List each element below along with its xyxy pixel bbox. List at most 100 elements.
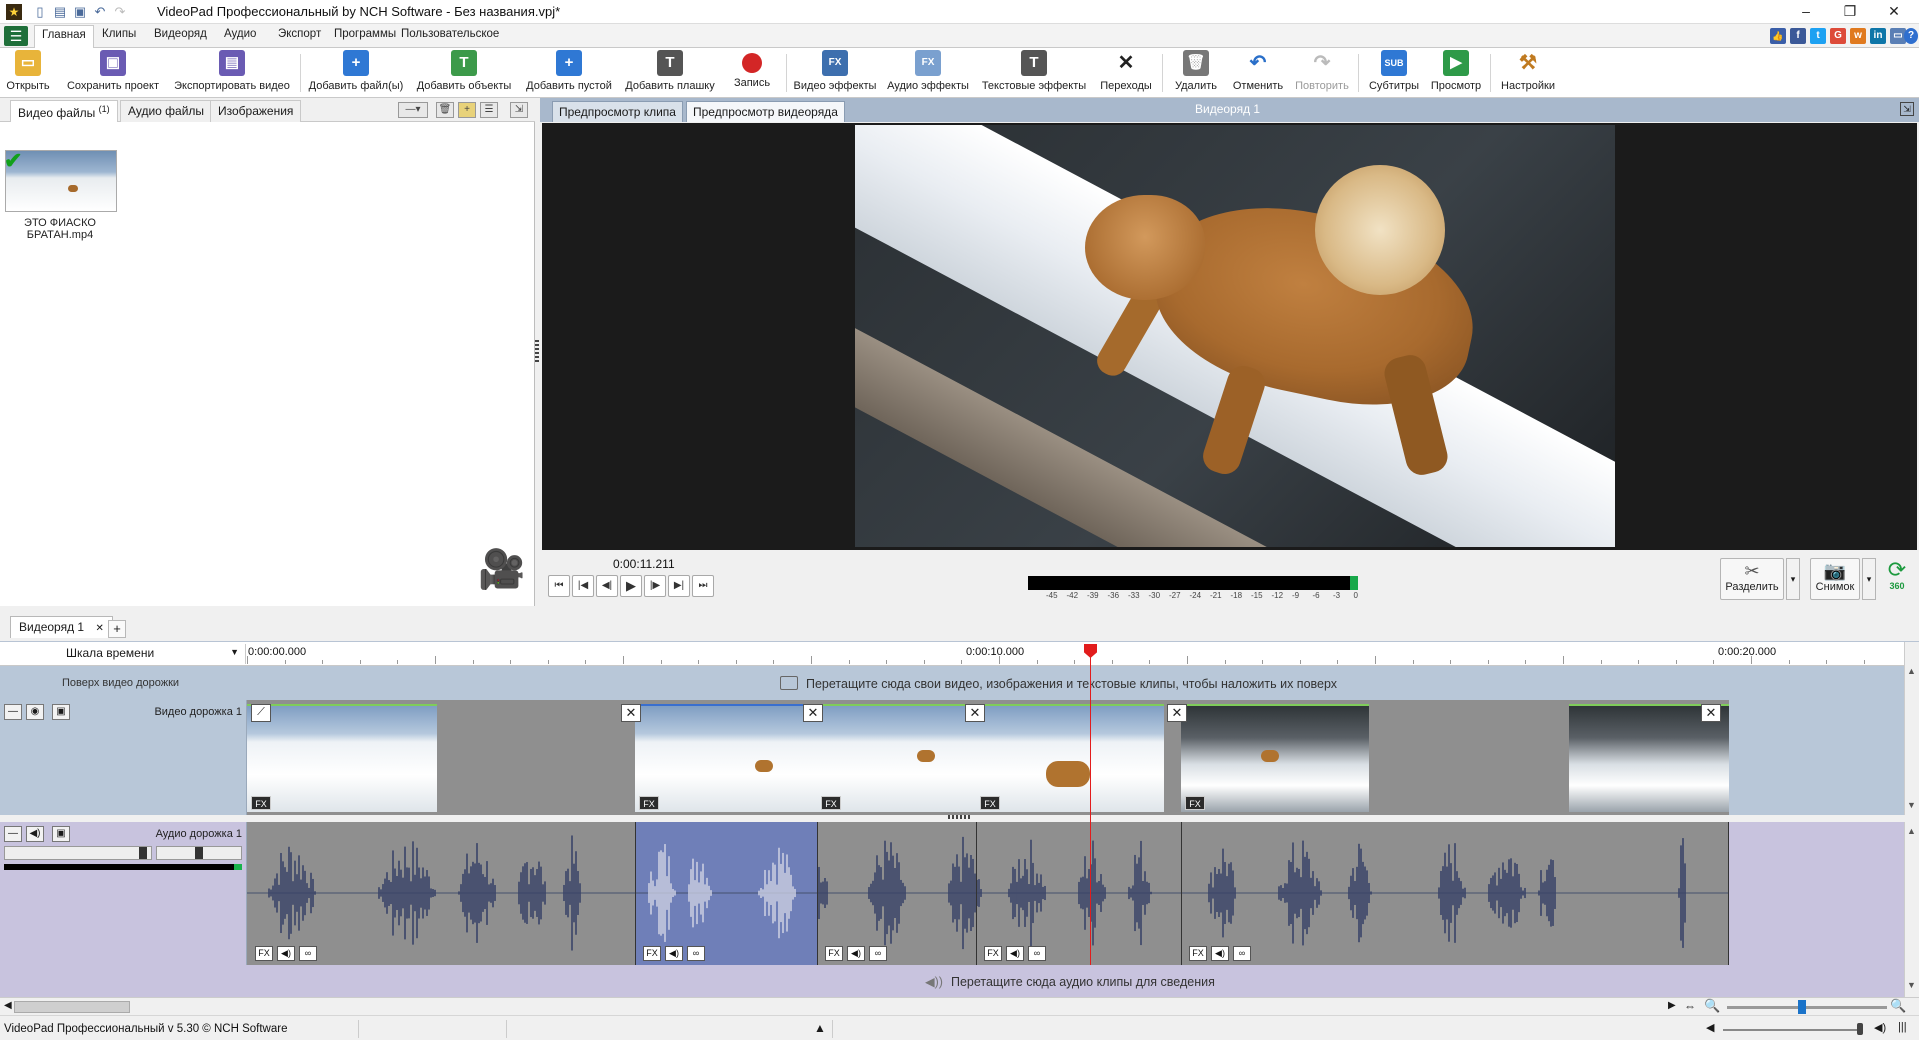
main-menu-icon[interactable]: ☰ [4,26,28,46]
add-blank-button[interactable]: + Добавить пустой [522,50,616,96]
step-back-icon[interactable]: ◀| [596,575,618,597]
eye-icon[interactable]: ◉ [26,704,44,720]
video-track[interactable]: FX FX FX FX FX ⟋ ✕ ✕ ✕ ✕ ✕ [247,700,1904,815]
help-icon[interactable]: ? [1904,28,1918,44]
export-video-button[interactable]: ▤ Экспортировать видео [170,50,294,96]
video-clip[interactable]: FX [247,704,437,812]
add-sequence-button[interactable]: + [108,620,126,638]
undock-icon[interactable]: ⇲ [510,102,528,118]
volume-icon[interactable]: ◀) [847,946,865,961]
video-clip[interactable]: FX [817,704,976,812]
tab-sequence[interactable]: Видеоряд [154,28,207,40]
collapse-track-icon[interactable]: — [4,826,22,842]
tab-export[interactable]: Экспорт [278,28,321,40]
tab-programs[interactable]: Программы [334,28,396,40]
audio-effects-button[interactable]: FX Аудио эффекты [884,50,972,96]
add-files-button[interactable]: + Добавить файл(ы) [306,50,406,96]
slider-knob[interactable] [139,847,147,859]
timeline-ruler[interactable]: Шкала времени ▼ 0:00:00.000 0:00:10.000 … [0,642,1919,666]
video-screen[interactable] [542,123,1917,550]
fx-badge[interactable]: FX [825,946,843,961]
restore-button[interactable]: ❐ [1828,0,1872,24]
google-icon[interactable]: G [1830,28,1846,44]
close-tab-icon[interactable]: ✕ [95,623,103,634]
facebook-icon[interactable]: f [1790,28,1806,44]
scroll-right-icon[interactable]: ▶ [1668,1000,1676,1011]
link-icon[interactable]: ∞ [1028,946,1046,961]
video-clip[interactable]: FX [635,704,817,812]
scroll-up-icon[interactable]: ▲ [1907,666,1916,676]
track-splitter-grip[interactable] [948,815,972,819]
slider-knob[interactable] [195,847,203,859]
stumble-icon[interactable]: w [1850,28,1866,44]
tab-clips[interactable]: Клипы [102,28,136,40]
tab-sequence-1[interactable]: Видеоряд 1 ✕ [10,616,113,638]
save-project-button[interactable]: ▣ Сохранить проект [62,50,164,96]
snapshot-dropdown[interactable]: ▾ [1862,558,1876,600]
preview-button[interactable]: ▶ Просмотр [1428,50,1484,96]
master-volume-track[interactable] [1723,1029,1863,1031]
close-button[interactable]: ✕ [1872,0,1916,24]
open-button[interactable]: ▭ Открыть [4,50,52,96]
track-pan-slider[interactable] [156,846,242,860]
step-forward-icon[interactable]: |▶ [644,575,666,597]
audio-mix-drop-row[interactable]: ◀)) Перетащите сюда аудио клипы для сведе… [0,965,1904,997]
video-file-thumbnail[interactable]: ✔ [4,148,117,212]
go-to-start-icon[interactable]: ⏮ [548,575,570,597]
redo-icon[interactable]: ↷ [112,4,128,20]
scroll-left-icon[interactable]: ◀ [4,1000,12,1011]
transition-icon[interactable]: ✕ [965,704,985,722]
mute-icon[interactable]: ◀ [1706,1021,1714,1034]
new-folder-icon[interactable]: + [458,102,476,118]
overlay-track[interactable]: Поверх видео дорожки Перетащите сюда сво… [0,666,1904,700]
scrollbar-thumb[interactable] [14,1001,130,1013]
video-clip[interactable]: FX [1181,704,1369,812]
fx-badge[interactable]: FX [1185,796,1205,810]
minimize-button[interactable]: – [1784,0,1828,24]
remove-file-icon[interactable]: 🗑 [436,102,454,118]
level-meter-icon[interactable]: ||| [1898,1021,1907,1033]
video-track-scrollbar[interactable]: ▲ ▼ [1904,642,1919,815]
scroll-down-icon[interactable]: ▼ [1907,800,1916,810]
add-objects-button[interactable]: T Добавить объекты [412,50,516,96]
audio-track-scrollbar[interactable]: ▲ ▼ [1904,822,1919,997]
snapshot-button[interactable]: 📷 Снимок [1810,558,1860,600]
scroll-down-icon[interactable]: ▼ [1907,980,1916,990]
subtitles-button[interactable]: SUB Субтитры [1364,50,1424,96]
collapse-track-icon[interactable]: — [4,704,22,720]
view-mode-icon[interactable]: ―▾ [398,102,428,118]
360-video-button[interactable]: ⟳ 360 [1880,558,1914,600]
next-clip-icon[interactable]: ▶| [668,575,690,597]
fit-timeline-icon[interactable]: ⇔ [1684,999,1696,1013]
fx-badge[interactable]: FX [984,946,1002,961]
fx-badge[interactable]: FX [643,946,661,961]
link-icon[interactable]: ∞ [687,946,705,961]
list-view-icon[interactable]: ☰ [480,102,498,118]
volume-icon[interactable]: ◀) [277,946,295,961]
transition-icon[interactable]: ✕ [1167,704,1187,722]
go-to-end-icon[interactable]: ⏭ [692,575,714,597]
fx-badge[interactable]: FX [639,796,659,810]
delete-button[interactable]: 🗑 Удалить [1168,50,1224,96]
track-volume-slider[interactable] [4,846,152,860]
record-button[interactable]: Запись [724,50,780,96]
open-icon[interactable]: ▤ [52,4,68,20]
redo-button[interactable]: ↷ Повторить [1292,50,1352,96]
zoom-out-icon[interactable]: 🔍 [1704,998,1720,1014]
link-icon[interactable]: ∞ [869,946,887,961]
undo-icon[interactable]: ↶ [92,4,108,20]
app-icon[interactable]: ★ [6,4,22,20]
fx-badge[interactable]: FX [1189,946,1207,961]
volume-icon[interactable]: ◀) [1006,946,1024,961]
transition-icon[interactable]: ✕ [803,704,823,722]
transitions-button[interactable]: ✕ Переходы [1096,50,1156,96]
expand-up-icon[interactable]: ▲ [814,1021,826,1035]
speaker-icon[interactable]: ◀) [26,826,44,842]
video-effects-button[interactable]: FX Видео эффекты [792,50,878,96]
linkedin-icon[interactable]: in [1870,28,1886,44]
play-icon[interactable]: ▶ [620,575,642,597]
volume-icon[interactable]: ◀) [1874,1021,1886,1034]
link-icon[interactable]: ∞ [299,946,317,961]
volume-icon[interactable]: ◀) [665,946,683,961]
save-icon[interactable]: ▣ [72,4,88,20]
